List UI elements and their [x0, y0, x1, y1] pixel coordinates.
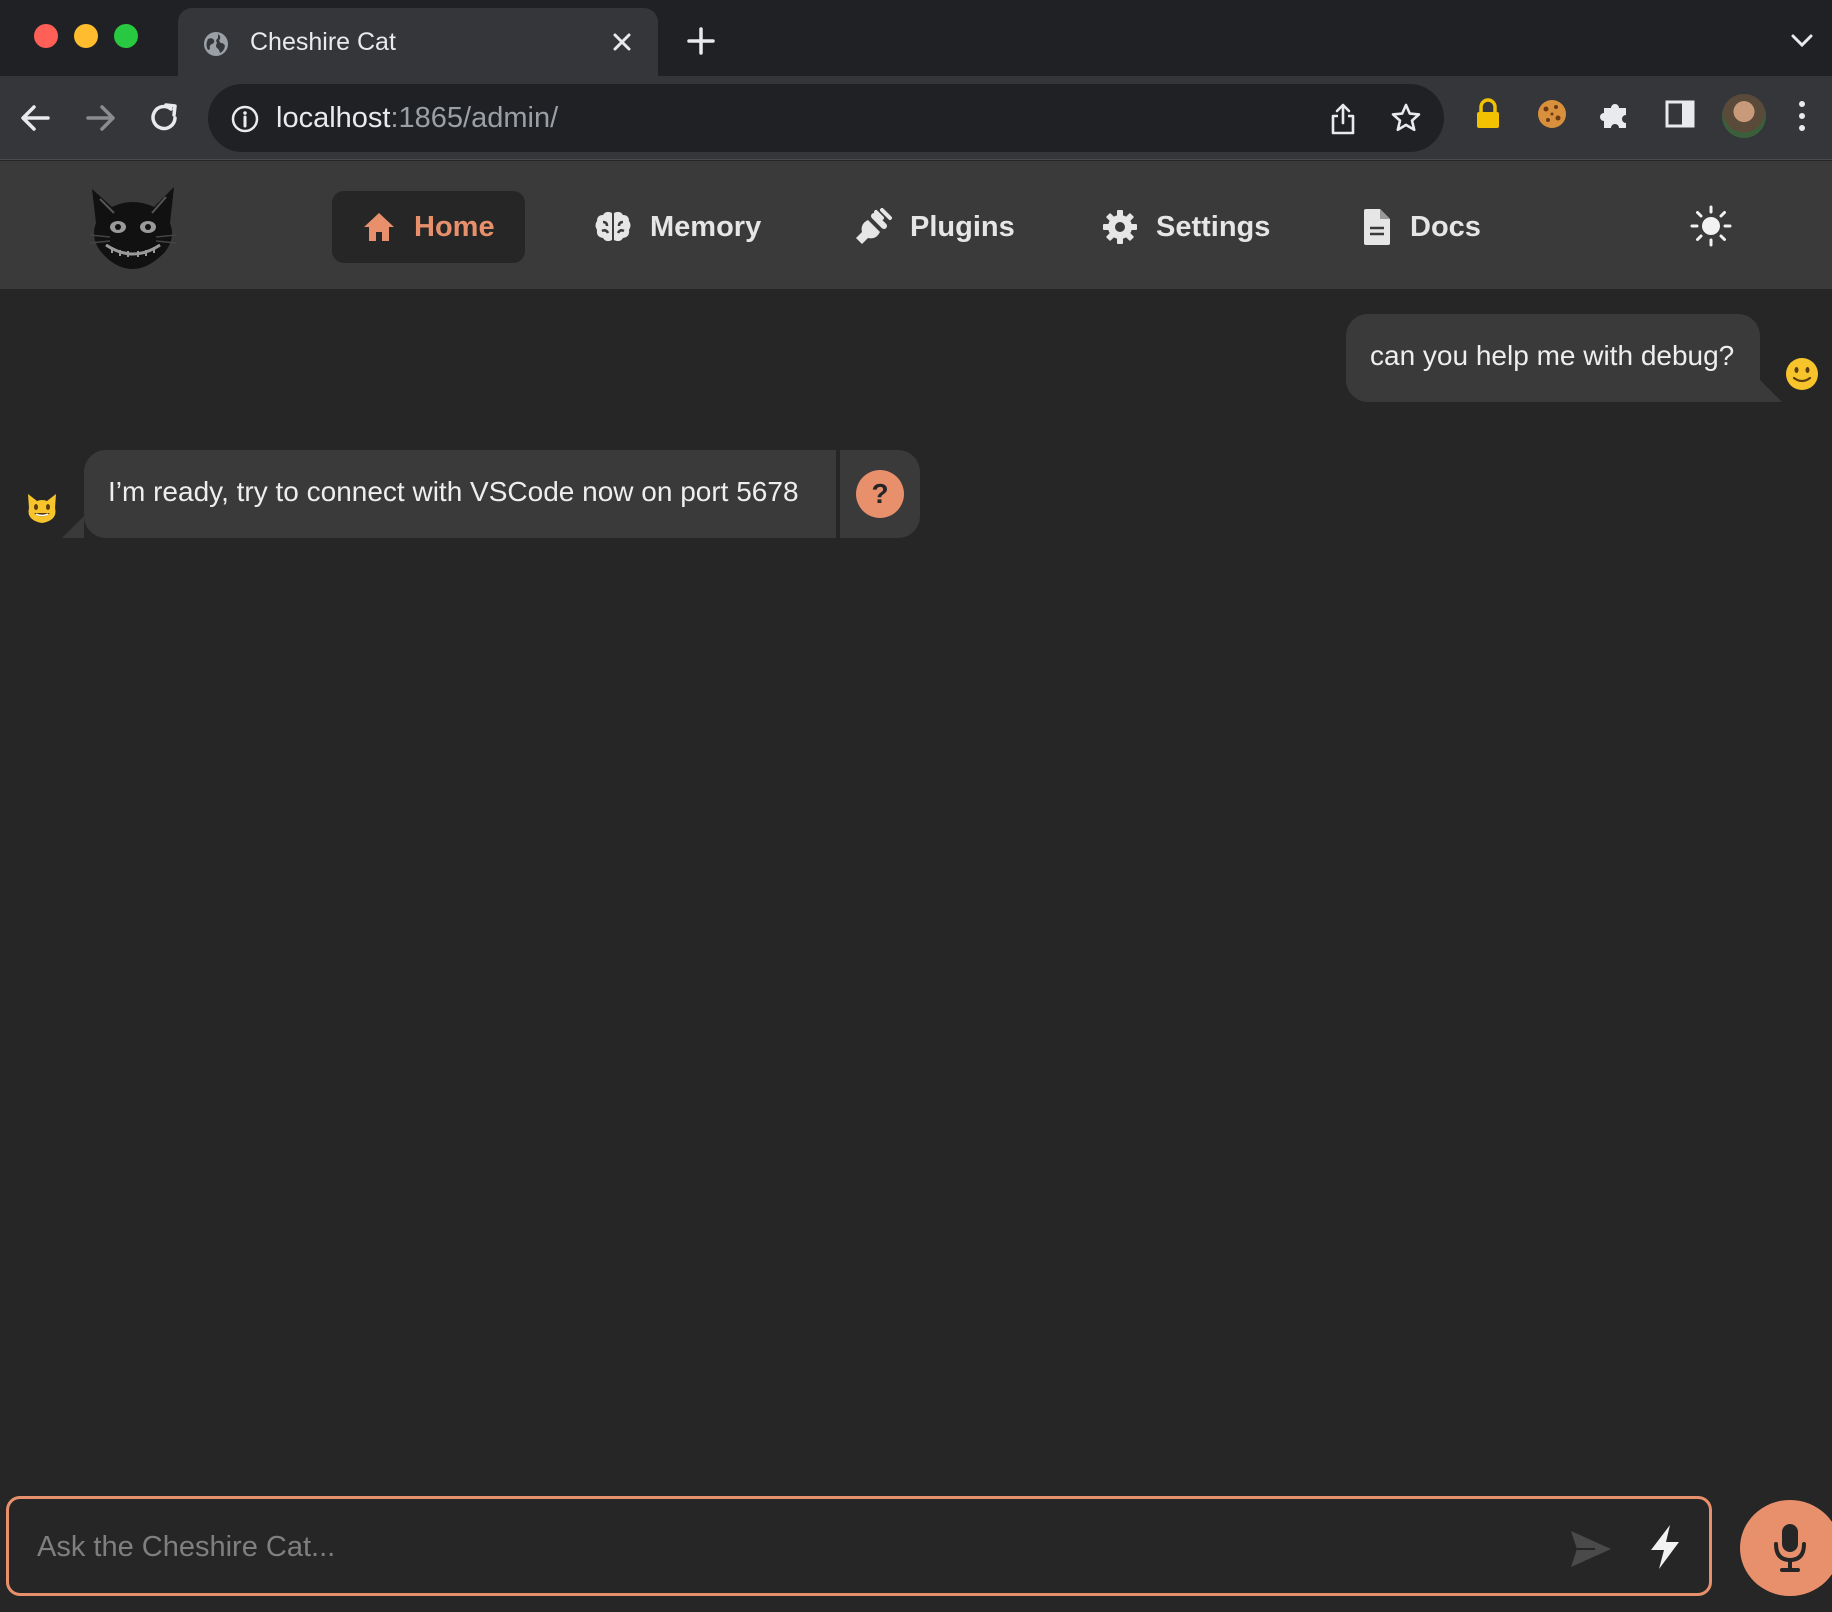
- lock-extension-icon[interactable]: [1470, 96, 1506, 132]
- chevron-down-icon[interactable]: [1790, 30, 1814, 50]
- nav-memory[interactable]: Memory: [564, 191, 791, 263]
- forward-arrow-icon[interactable]: [80, 98, 120, 138]
- close-window-button[interactable]: [34, 24, 58, 48]
- grinning-cat-icon: [28, 494, 56, 523]
- profile-avatar[interactable]: [1722, 94, 1766, 138]
- browser-tab[interactable]: Cheshire Cat: [178, 8, 658, 76]
- bookmark-star-icon[interactable]: [1390, 102, 1422, 134]
- lightning-bolt-icon[interactable]: [1645, 1523, 1685, 1571]
- nav-settings-label: Settings: [1156, 210, 1271, 243]
- cat-message-bubble: I’m ready, try to connect with VSCode no…: [84, 450, 836, 538]
- app-header: Home Memory Plugins Settings Docs: [0, 161, 1832, 289]
- why-panel: ?: [840, 450, 920, 538]
- info-icon[interactable]: [230, 104, 260, 134]
- chat-input[interactable]: [37, 1525, 1537, 1569]
- sun-theme-toggle-icon[interactable]: [1690, 205, 1732, 247]
- url-host: localhost: [276, 102, 391, 134]
- globe-icon: [204, 32, 228, 56]
- send-icon[interactable]: [1569, 1529, 1613, 1569]
- home-icon: [364, 213, 394, 241]
- nav-settings[interactable]: Settings: [1072, 191, 1300, 263]
- nav-memory-label: Memory: [650, 210, 762, 243]
- tab-title: Cheshire Cat: [250, 28, 396, 56]
- microphone-button[interactable]: [1740, 1500, 1832, 1596]
- plug-icon: [856, 208, 892, 244]
- brain-icon: [595, 211, 631, 242]
- cheshire-cat-logo[interactable]: [82, 179, 184, 271]
- user-message-bubble: can you help me with debug?: [1346, 314, 1760, 402]
- user-message-text: can you help me with debug?: [1370, 340, 1735, 371]
- new-tab-icon[interactable]: [686, 26, 716, 56]
- nav-docs[interactable]: Docs: [1332, 191, 1511, 263]
- maximize-window-button[interactable]: [114, 24, 138, 48]
- cat-message-text: I’m ready, try to connect with VSCode no…: [108, 476, 799, 507]
- share-icon[interactable]: [1328, 102, 1358, 136]
- url-text: localhost:1865/admin/: [276, 102, 558, 135]
- back-arrow-icon[interactable]: [16, 98, 56, 138]
- cookie-extension-icon[interactable]: [1534, 96, 1570, 132]
- close-tab-icon[interactable]: [608, 28, 636, 56]
- nav-docs-label: Docs: [1410, 210, 1481, 243]
- reload-icon[interactable]: [144, 98, 184, 138]
- nav-plugins[interactable]: Plugins: [824, 191, 1045, 263]
- more-menu-icon[interactable]: [1796, 98, 1808, 134]
- microphone-icon: [1774, 1524, 1806, 1572]
- cat-bubble-tail: [62, 516, 84, 538]
- nav-home[interactable]: Home: [332, 191, 525, 263]
- side-panel-icon[interactable]: [1662, 96, 1698, 132]
- document-icon: [1364, 209, 1390, 245]
- puzzle-extensions-icon[interactable]: [1598, 96, 1634, 132]
- tab-strip: Cheshire Cat: [0, 0, 1832, 76]
- minimize-window-button[interactable]: [74, 24, 98, 48]
- browser-window: Cheshire Cat localhost:1865/admin/ Home …: [0, 0, 1832, 1612]
- user-bubble-tail: [1760, 380, 1782, 402]
- gear-icon: [1103, 210, 1137, 244]
- smiling-face-icon: [1786, 358, 1818, 390]
- nav-plugins-label: Plugins: [910, 210, 1015, 243]
- address-bar[interactable]: localhost:1865/admin/: [208, 84, 1444, 152]
- browser-toolbar: localhost:1865/admin/: [0, 76, 1832, 160]
- why-button-label: ?: [871, 478, 889, 509]
- chat-input-container: [6, 1496, 1712, 1596]
- nav-home-label: Home: [414, 210, 495, 243]
- why-button[interactable]: ?: [856, 470, 904, 518]
- url-path: :1865/admin/: [390, 102, 559, 134]
